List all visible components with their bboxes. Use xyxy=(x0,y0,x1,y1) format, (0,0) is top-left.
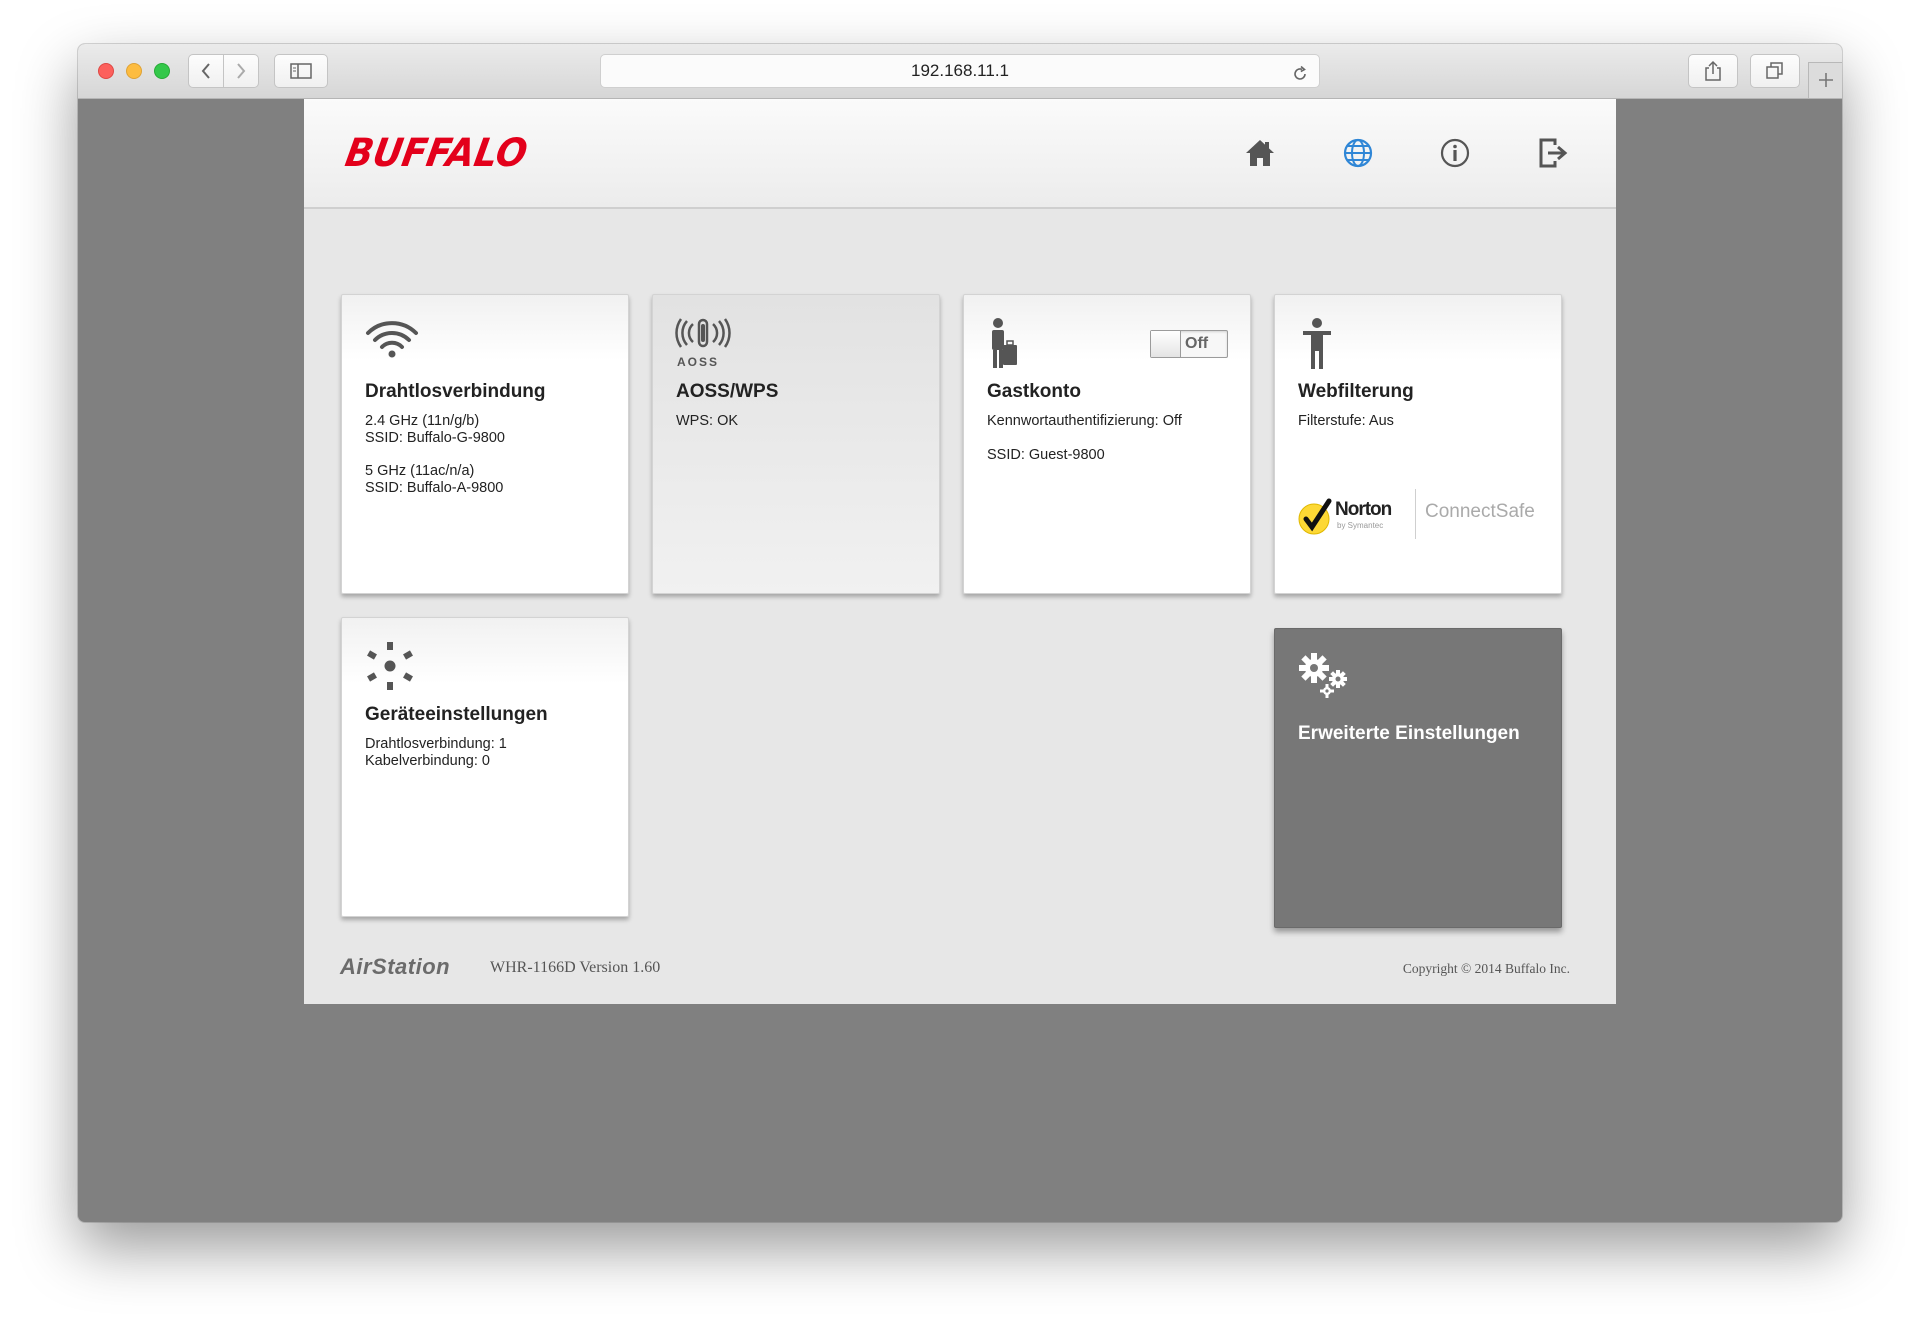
model-version: WHR-1166D Version 1.60 xyxy=(490,959,661,976)
norton-check-icon xyxy=(1298,498,1332,535)
browser-window: 192.168.11.1 BUFFALO Drahtlosverbindung … xyxy=(78,44,1842,1222)
devices-icon xyxy=(367,642,413,690)
child-person-icon xyxy=(1303,318,1331,369)
band-24-label: 2.4 GHz (11n/g/b) xyxy=(365,413,480,429)
internet-nav-button[interactable] xyxy=(1338,133,1378,173)
minimize-window-button[interactable] xyxy=(126,63,142,79)
home-nav-button[interactable] xyxy=(1240,133,1280,173)
guest-account-toggle[interactable]: Off xyxy=(1150,330,1228,358)
norton-text: Norton xyxy=(1335,499,1392,520)
connectsafe-text: ConnectSafe xyxy=(1425,501,1535,522)
guest-traveler-icon xyxy=(992,318,1017,368)
sidebar-button[interactable] xyxy=(274,54,328,88)
tabs-overview-button[interactable] xyxy=(1750,54,1800,88)
device-settings-tile[interactable]: Geräteeinstellungen Drahtlosverbindung: … xyxy=(341,617,629,917)
reload-icon xyxy=(1294,65,1306,80)
router-page: BUFFALO Drahtlosverbindung 2.4 GHz (11n/… xyxy=(304,99,1616,1004)
band-24-ssid: SSID: Buffalo-G-9800 xyxy=(365,430,505,446)
band-5-label: 5 GHz (11ac/n/a) xyxy=(365,463,475,479)
guest-ssid: SSID: Guest-9800 xyxy=(987,447,1105,463)
browser-toolbar: 192.168.11.1 xyxy=(78,44,1842,99)
guest-account-tile[interactable]: Off Gastkonto Kennwortauthentifizierung:… xyxy=(963,294,1251,594)
globe-icon xyxy=(1343,138,1373,168)
tabs-icon xyxy=(1766,62,1783,79)
guest-details: Kennwortauthentifizierung: Off SSID: Gue… xyxy=(987,413,1182,464)
forward-icon xyxy=(237,63,246,79)
info-icon xyxy=(1440,138,1470,168)
sidebar-icon xyxy=(290,63,312,79)
logout-nav-button[interactable] xyxy=(1533,133,1573,173)
reload-button[interactable] xyxy=(1291,62,1309,94)
devices-wired-count: Kabelverbindung: 0 xyxy=(365,753,490,769)
webfilter-level: Filterstufe: Aus xyxy=(1298,413,1394,429)
toggle-knob xyxy=(1151,331,1181,357)
address-bar[interactable]: 192.168.11.1 xyxy=(600,54,1320,88)
aoss-title: AOSS/WPS xyxy=(676,381,779,402)
new-tab-button[interactable] xyxy=(1808,62,1842,98)
webfilter-tile[interactable]: Webfilterung Filterstufe: Aus Norton by … xyxy=(1274,294,1562,594)
airstation-brand: AirStation xyxy=(340,954,451,979)
wifi-icon xyxy=(366,321,418,358)
aoss-icon-label: AOSS xyxy=(677,355,720,369)
wireless-tile[interactable]: Drahtlosverbindung 2.4 GHz (11n/g/b) SSI… xyxy=(341,294,629,594)
advanced-title: Erweiterte Einstellungen xyxy=(1298,723,1520,744)
plus-icon xyxy=(1818,73,1833,87)
back-icon xyxy=(201,63,210,79)
logout-icon xyxy=(1539,138,1568,168)
url-text: 192.168.11.1 xyxy=(911,61,1009,80)
webfilter-title: Webfilterung xyxy=(1298,381,1414,402)
home-icon xyxy=(1246,140,1274,166)
wireless-title: Drahtlosverbindung xyxy=(365,381,546,402)
share-button[interactable] xyxy=(1688,54,1738,88)
back-button[interactable] xyxy=(188,54,224,88)
devices-details: Drahtlosverbindung: 1 Kabelverbindung: 0 xyxy=(365,736,507,770)
wireless-details: 2.4 GHz (11n/g/b) SSID: Buffalo-G-9800 5… xyxy=(365,413,505,497)
norton-separator xyxy=(1415,489,1416,539)
devices-wireless-count: Drahtlosverbindung: 1 xyxy=(365,736,507,752)
share-icon xyxy=(1705,60,1721,81)
copyright: Copyright © 2014 Buffalo Inc. xyxy=(1402,961,1570,976)
norton-connectsafe-logo: Norton by Symantec ConnectSafe xyxy=(1297,485,1547,541)
devices-title: Geräteeinstellungen xyxy=(365,704,548,725)
forward-button[interactable] xyxy=(223,54,259,88)
guest-title: Gastkonto xyxy=(987,381,1081,402)
advanced-settings-tile[interactable]: Erweiterte Einstellungen xyxy=(1274,628,1562,928)
toggle-state-label: Off xyxy=(1185,335,1209,352)
gears-icon xyxy=(1299,653,1347,698)
buffalo-logo[interactable]: BUFFALO xyxy=(342,131,531,176)
aoss-wps-tile[interactable]: AOSS AOSS/WPS WPS: OK xyxy=(652,294,940,594)
aoss-status: WPS: OK xyxy=(676,413,739,429)
maximize-window-button[interactable] xyxy=(154,63,170,79)
norton-sub: by Symantec xyxy=(1337,521,1384,530)
band-5-ssid: SSID: Buffalo-A-9800 xyxy=(365,480,504,496)
close-window-button[interactable] xyxy=(98,63,114,79)
guest-auth: Kennwortauthentifizierung: Off xyxy=(987,413,1182,429)
info-nav-button[interactable] xyxy=(1435,133,1475,173)
page-header: BUFFALO xyxy=(304,99,1616,209)
